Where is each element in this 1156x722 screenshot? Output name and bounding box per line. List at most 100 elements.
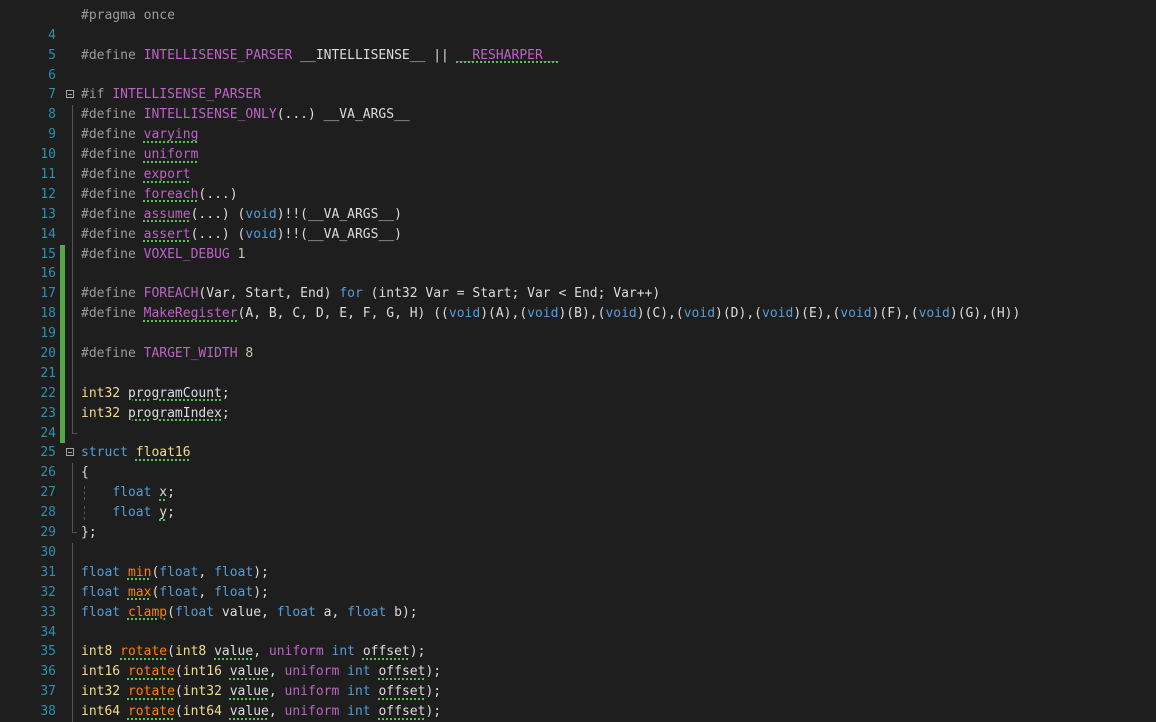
code-line[interactable]: 16 [0,264,1156,285]
code-text[interactable]: #define FOREACH(Var, Start, End) for (in… [81,284,660,304]
line-number: 11 [40,167,56,183]
code-line[interactable]: 23 int32 programIndex; [0,403,1156,424]
code-line[interactable]: 33 float clamp(float value, float a, floa… [0,602,1156,623]
line-number: 7 [48,87,56,103]
code-token: int [331,644,355,660]
fold-guide [72,105,73,126]
code-line[interactable]: 22 int32 programCount; [0,383,1156,404]
code-text[interactable]: #define INTELLISENSE_ONLY(...) __VA_ARGS… [81,105,410,125]
code-token: export [143,167,191,183]
code-line[interactable]: #pragma once [0,6,1156,26]
fold-guide [72,383,73,404]
code-token: int16 [81,664,121,680]
code-line[interactable]: 38 int64 rotate(int64 value, uniform int … [0,702,1156,722]
code-line[interactable]: 26 { [0,463,1156,484]
code-text[interactable]: float min(float, float); [81,563,269,583]
code-text[interactable]: #define foreach(...) [81,185,238,205]
code-text[interactable]: float clamp(float value, float a, float … [81,603,418,623]
code-line[interactable]: 4 [0,26,1156,46]
fold-guide [72,224,73,245]
code-token: void [448,306,481,322]
code-text[interactable]: int32 programCount; [81,384,230,404]
code-token: value [229,684,269,700]
line-number: 14 [40,226,56,242]
code-line[interactable]: 10 #define uniform [0,145,1156,166]
code-token: float [81,564,121,580]
code-line[interactable]: 32 float max(float, float); [0,582,1156,603]
code-text[interactable]: #define assume(...) (void)!!(__VA_ARGS__… [81,205,402,225]
code-text[interactable]: { [81,463,89,483]
code-line[interactable]: 36 int16 rotate(int16 value, uniform int … [0,662,1156,683]
code-line[interactable]: 17 #define FOREACH(Var, Start, End) for (… [0,284,1156,305]
code-text[interactable]: float max(float, float); [81,583,269,603]
code-text[interactable]: int16 rotate(int16 value, uniform int of… [81,662,441,682]
code-line[interactable]: 27 float x; [0,483,1156,504]
code-line[interactable]: 6 [0,66,1156,86]
code-text[interactable]: #define MakeRegister(A, B, C, D, E, F, G… [81,304,1020,324]
code-line[interactable]: 15 #define VOXEL_DEBUG 1 [0,244,1156,265]
code-line[interactable]: 7 #if INTELLISENSE_PARSER [0,85,1156,105]
code-text[interactable]: #define INTELLISENSE_PARSER __INTELLISEN… [81,46,558,66]
code-editor[interactable]: 3#pragma once45#define INTELLISENSE_PARS… [0,0,1156,722]
code-text[interactable]: int64 rotate(int64 value, uniform int of… [81,702,441,722]
line-number: 24 [40,425,56,441]
code-text[interactable]: #define assert(...) (void)!!(__VA_ARGS__… [81,225,402,245]
code-line[interactable]: 34 [0,622,1156,643]
code-token: )!!(__VA_ARGS__) [276,206,402,222]
code-line[interactable]: 18 #define MakeRegister(A, B, C, D, E, F,… [0,304,1156,325]
code-text[interactable]: #define varying [81,125,198,145]
code-line[interactable]: 30 [0,542,1156,563]
collapse-icon[interactable] [66,90,74,99]
code-line[interactable]: 12 #define foreach(...) [0,184,1156,205]
code-line[interactable]: 14 #define assert(...) (void)!!(__VA_ARGS… [0,224,1156,245]
code-line[interactable]: 29}; [0,523,1156,543]
code-text[interactable]: #if INTELLISENSE_PARSER [81,85,261,105]
code-text[interactable]: }; [81,523,97,543]
code-line[interactable]: 5 #define INTELLISENSE_PARSER __INTELLISE… [0,46,1156,66]
code-token: max [127,584,152,600]
code-token: )(E),( [793,306,841,322]
line-number: 13 [40,206,56,222]
line-number: 17 [40,286,56,302]
code-token: int64 [182,704,222,720]
code-line[interactable]: 31 float min(float, float); [0,562,1156,583]
code-line[interactable]: 20 #define TARGET_WIDTH 8 [0,344,1156,364]
code-token: uniform [284,664,340,680]
code-line[interactable]: 13 #define assume(...) (void)!!(__VA_ARGS… [0,204,1156,225]
code-line[interactable]: 21 [0,363,1156,384]
code-line[interactable]: 19 [0,324,1156,345]
code-text[interactable]: #define export [81,165,191,185]
fold-end [72,423,77,434]
code-line[interactable]: 8 #define INTELLISENSE_ONLY(...) __VA_ARG… [0,105,1156,126]
code-text[interactable]: #define uniform [81,145,198,165]
code-text[interactable]: float y; [81,503,175,523]
code-line[interactable]: 11 #define export [0,165,1156,185]
code-line[interactable]: 37 int32 rotate(int32 value, uniform int … [0,682,1156,703]
line-number: 21 [40,365,56,381]
code-text[interactable]: int32 rotate(int32 value, uniform int of… [81,682,441,702]
line-number: 33 [40,604,56,620]
code-text[interactable]: struct float16 [81,443,191,463]
line-number: 28 [40,505,56,521]
code-token: float [159,584,199,600]
code-line[interactable]: 9 #define varying [0,125,1156,146]
code-token: #define [81,127,144,143]
code-line[interactable]: 24 [0,423,1156,444]
code-line[interactable]: 35 int8 rotate(int8 value, uniform int of… [0,642,1156,663]
code-line[interactable]: 28 float y; [0,503,1156,524]
code-line[interactable]: 25 struct float16 [0,443,1156,463]
code-token: ); [409,644,426,660]
code-text[interactable]: #define VOXEL_DEBUG 1 [81,245,245,265]
code-text[interactable]: #define TARGET_WIDTH 8 [81,344,253,364]
code-token: )(C),( [636,306,684,322]
code-token: float [347,604,387,620]
code-text[interactable]: int8 rotate(int8 value, uniform int offs… [81,642,425,662]
code-token: , [268,684,285,700]
code-token: ); [253,584,269,600]
code-text[interactable]: int32 programIndex; [81,404,230,424]
code-text[interactable]: float x; [81,483,175,503]
collapse-icon[interactable] [66,448,74,457]
code-text[interactable]: #pragma once [81,6,175,26]
